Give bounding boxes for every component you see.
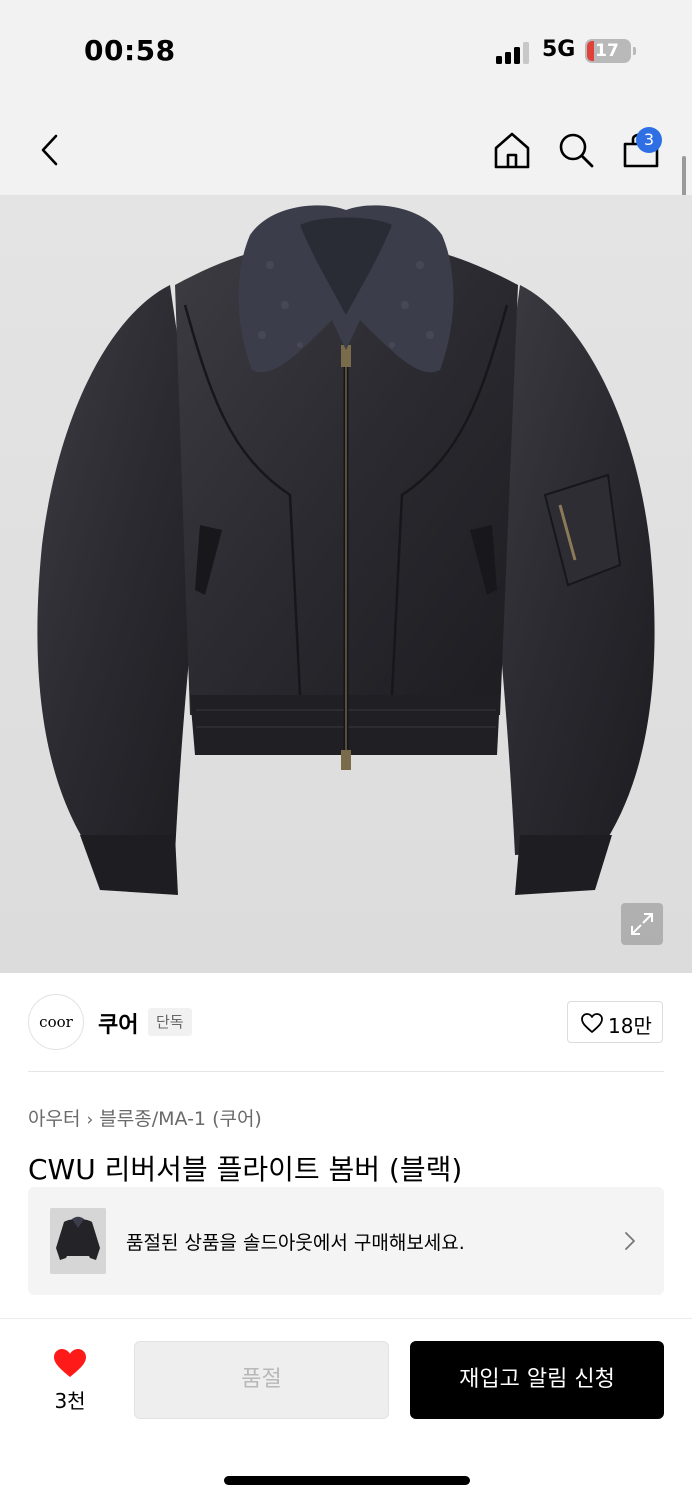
breadcrumb-category[interactable]: 아우터 bbox=[28, 1108, 80, 1130]
heart-outline-icon bbox=[581, 1013, 603, 1033]
breadcrumb-subcategory[interactable]: 블루종/MA-1 (쿠어) bbox=[99, 1108, 262, 1130]
search-icon bbox=[559, 133, 594, 168]
status-time: 00:58 bbox=[84, 34, 176, 67]
product-title: CWU 리버서블 플라이트 봄버 (블랙) bbox=[28, 1153, 463, 1186]
brand-logo[interactable]: coor bbox=[28, 994, 84, 1050]
breadcrumb: 아우터 › 블루종/MA-1 (쿠어) bbox=[28, 1104, 262, 1131]
chevron-left-icon bbox=[41, 134, 58, 166]
expand-icon bbox=[631, 913, 653, 935]
battery-percent: 17 bbox=[595, 41, 619, 61]
status-bar: 00:58 5G 17 bbox=[0, 0, 692, 100]
navigation-bar bbox=[0, 100, 692, 195]
expand-image-button[interactable] bbox=[621, 903, 663, 945]
wishlist-button[interactable]: 3천 bbox=[40, 1345, 100, 1415]
exclusive-badge: 단독 bbox=[148, 1008, 192, 1036]
brand-like-button[interactable]: 18만 bbox=[567, 1001, 663, 1043]
network-type: 5G bbox=[542, 37, 576, 62]
soldout-button[interactable]: 품절 bbox=[134, 1341, 389, 1419]
jacket-thumbnail-image bbox=[50, 1208, 106, 1274]
chevron-right-icon bbox=[625, 1232, 635, 1250]
battery-icon: 17 bbox=[585, 39, 631, 63]
restock-alert-button[interactable]: 재입고 알림 신청 bbox=[410, 1341, 664, 1419]
chevron-right-icon: › bbox=[86, 1110, 94, 1130]
divider bbox=[28, 1071, 664, 1072]
soldout-resale-banner[interactable]: 품절된 상품을 솔드아웃에서 구매해보세요. bbox=[28, 1187, 664, 1295]
home-button[interactable] bbox=[492, 130, 532, 170]
back-button[interactable] bbox=[30, 130, 70, 170]
search-button[interactable] bbox=[556, 130, 596, 170]
heart-filled-icon bbox=[54, 1349, 86, 1377]
brand-like-count: 18만 bbox=[608, 1014, 652, 1038]
jacket-photo bbox=[0, 195, 692, 973]
product-image[interactable] bbox=[0, 195, 692, 973]
product-thumbnail bbox=[50, 1208, 106, 1274]
wishlist-count: 3천 bbox=[54, 1389, 86, 1413]
home-indicator bbox=[224, 1476, 470, 1485]
home-icon bbox=[494, 132, 530, 169]
battery-cap bbox=[633, 47, 636, 55]
cellular-signal-icon bbox=[496, 42, 532, 64]
soldout-banner-text: 품절된 상품을 솔드아웃에서 구매해보세요. bbox=[126, 1232, 465, 1254]
brand-name[interactable]: 쿠어 bbox=[98, 1007, 138, 1039]
cart-count-badge: 3 bbox=[636, 127, 662, 153]
